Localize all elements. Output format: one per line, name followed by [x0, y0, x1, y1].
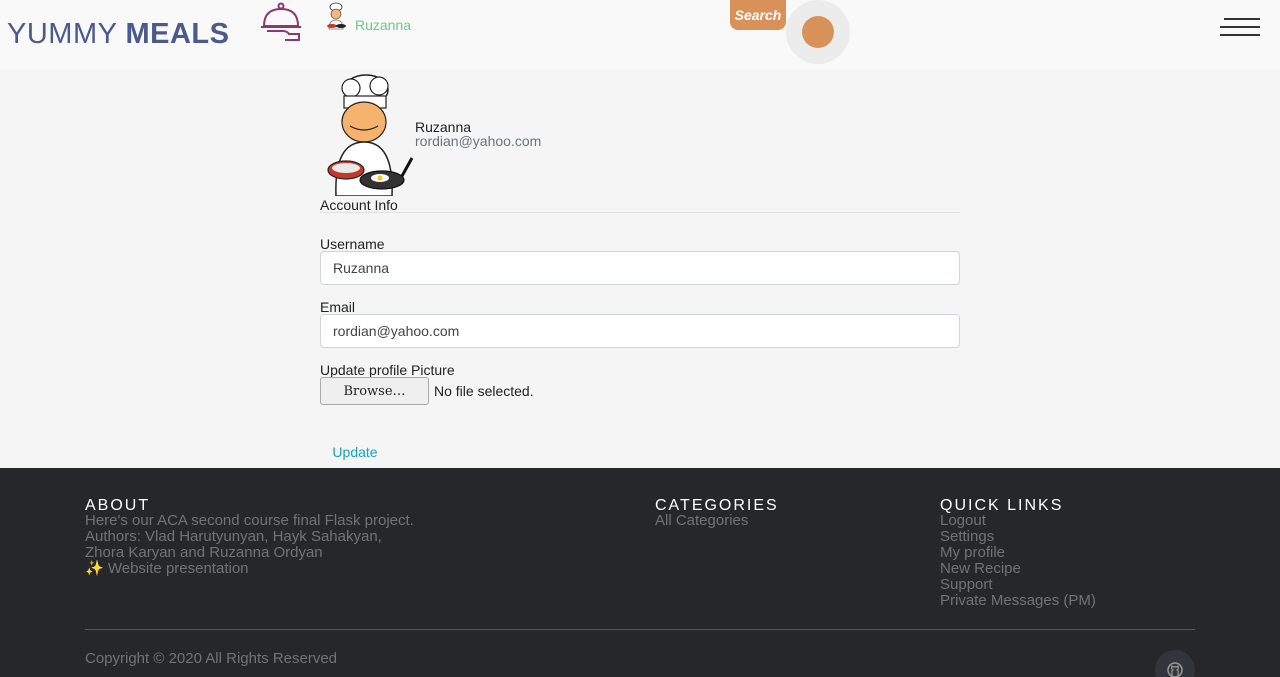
username-label: Username — [320, 236, 385, 252]
footer-link-logout[interactable]: Logout — [940, 513, 1096, 529]
update-button[interactable]: Update — [320, 437, 390, 467]
username-input[interactable] — [320, 251, 960, 285]
presentation-link[interactable]: ✨ Website presentation — [85, 561, 505, 577]
about-text: Here's our ACA second course final Flask… — [85, 513, 505, 577]
profile-avatar — [327, 74, 414, 196]
footer-link-settings[interactable]: Settings — [940, 529, 1096, 545]
logo-word-yummy: YUMMY — [7, 18, 118, 50]
email-label: Email — [320, 299, 356, 315]
about-line: Authors: Vlad Harutyunyan, Hayk Sahakyan… — [85, 528, 382, 545]
file-status-text: No file selected. — [434, 383, 534, 399]
serving-cloche-icon — [261, 2, 301, 41]
github-glyph-icon — [1167, 662, 1183, 677]
browse-file-button[interactable]: Browse… — [320, 377, 429, 405]
profile-picture-label: Update profile Picture — [320, 362, 455, 378]
site-logo[interactable]: YUMMY MEALS — [7, 14, 229, 54]
footer-link-new-recipe[interactable]: New Recipe — [940, 561, 1096, 577]
github-icon[interactable] — [1155, 650, 1195, 677]
header-username: Ruzanna — [355, 17, 412, 33]
hamburger-line — [1220, 34, 1260, 36]
site-footer: ABOUT Here's our ACA second course final… — [0, 468, 1280, 677]
hamburger-menu-icon[interactable] — [1220, 18, 1260, 42]
search-toggle-dot-icon — [802, 16, 834, 48]
account-info-legend: Account Info — [320, 197, 398, 213]
footer-divider — [85, 629, 1195, 630]
about-line: Here's our ACA second course final Flask… — [85, 512, 414, 529]
categories-links: All Categories — [655, 513, 748, 529]
presentation-link-label: Website presentation — [107, 560, 249, 577]
footer-link-all-categories[interactable]: All Categories — [655, 513, 748, 529]
search-toggle-button[interactable] — [786, 0, 850, 64]
sparkles-icon: ✨ — [85, 560, 104, 577]
profile-email: rordian@yahoo.com — [415, 133, 542, 149]
copyright-text: Copyright © 2020 All Rights Reserved — [85, 650, 338, 667]
hamburger-line — [1224, 18, 1260, 20]
email-input[interactable] — [320, 314, 960, 348]
about-line: Zhora Karyan and Ruzanna Ordyan — [85, 544, 323, 561]
divider — [320, 212, 960, 213]
footer-link-my-profile[interactable]: My profile — [940, 545, 1096, 561]
footer-link-support[interactable]: Support — [940, 577, 1096, 593]
chef-avatar-icon — [327, 2, 346, 30]
hamburger-line — [1220, 26, 1260, 28]
user-menu[interactable]: Ruzanna — [322, 2, 411, 33]
footer-link-private-messages[interactable]: Private Messages (PM) — [940, 593, 1096, 609]
logo-word-meals: MEALS — [125, 18, 230, 50]
search-button[interactable]: Search — [730, 0, 786, 30]
quick-links-list: Logout Settings My profile New Recipe Su… — [940, 513, 1096, 609]
top-navbar: YUMMY MEALS Ruzanna Search — [0, 0, 1280, 70]
